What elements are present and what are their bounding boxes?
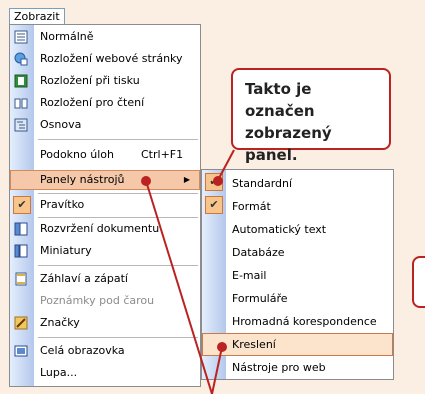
pointer-line	[145, 180, 213, 394]
pointer-dot	[141, 176, 151, 186]
pointer-dot	[213, 176, 223, 186]
pointer-line	[217, 149, 235, 181]
annotation-pointer-lines	[141, 149, 235, 394]
pointer-dot	[217, 342, 227, 352]
pointer-line	[211, 346, 223, 394]
